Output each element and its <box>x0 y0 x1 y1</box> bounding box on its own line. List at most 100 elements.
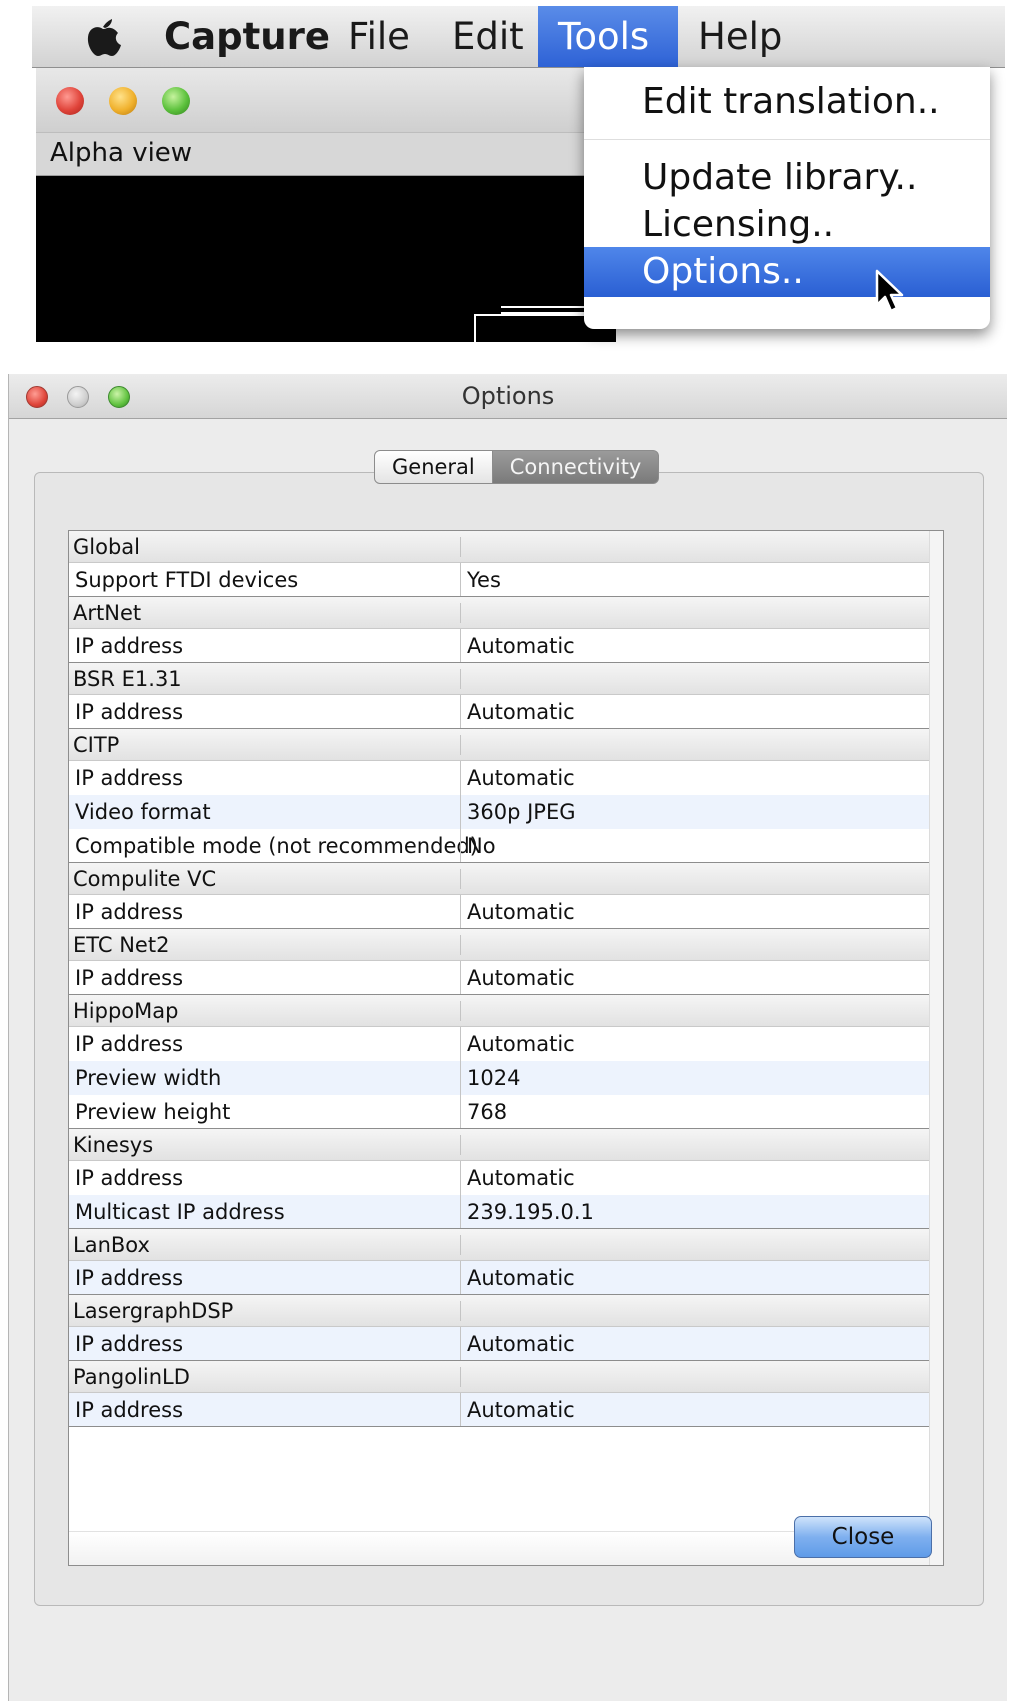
property-row[interactable]: IP address Automatic <box>69 629 929 663</box>
property-name: Video format <box>75 800 211 824</box>
property-name: Preview height <box>75 1099 231 1124</box>
property-row[interactable]: Preview width 1024 <box>69 1061 929 1095</box>
property-value[interactable]: 768 <box>467 1095 507 1128</box>
property-name: Preview width <box>75 1066 222 1090</box>
column-divider <box>460 935 461 955</box>
group-header-row: CITP <box>69 729 929 761</box>
property-value[interactable]: Automatic <box>467 629 575 662</box>
property-value[interactable]: 360p JPEG <box>467 795 576 829</box>
property-value[interactable]: No <box>467 829 496 862</box>
column-divider <box>460 629 461 662</box>
menu-edit[interactable]: Edit <box>432 6 544 67</box>
column-divider <box>460 1367 461 1387</box>
mouse-pointer-icon <box>875 269 904 313</box>
column-divider <box>460 829 461 862</box>
column-divider <box>460 669 461 689</box>
group-name: LanBox <box>73 1232 150 1257</box>
property-row[interactable]: Compatible mode (not recommended) No <box>69 829 929 863</box>
property-name: IP address <box>75 1331 184 1356</box>
column-divider <box>460 895 461 928</box>
zoom-window-icon[interactable] <box>162 87 190 115</box>
property-value[interactable]: Yes <box>467 563 501 596</box>
group-header-row: Compulite VC <box>69 863 929 895</box>
group-name: PangolinLD <box>73 1364 190 1389</box>
property-row[interactable]: IP address Automatic <box>69 1261 929 1295</box>
property-name: IP address <box>75 899 184 924</box>
minimize-window-icon[interactable] <box>109 87 137 115</box>
group-header-row: LasergraphDSP <box>69 1295 929 1327</box>
property-row[interactable]: IP address Automatic <box>69 1327 929 1361</box>
property-row[interactable]: Preview height 768 <box>69 1095 929 1129</box>
group-name: Kinesys <box>73 1132 154 1157</box>
properties-table: Global Support FTDI devices Yes ArtNet IP ad… <box>68 530 944 1566</box>
column-divider <box>460 537 461 557</box>
menu-item-options[interactable]: Options.. <box>584 247 990 297</box>
alpha-view-header: Alpha view <box>36 132 616 176</box>
menu-bar: Capture File Edit Tools Help <box>32 6 1005 68</box>
property-row[interactable]: IP address Automatic <box>69 961 929 995</box>
tab-bar: General Connectivity <box>374 450 660 484</box>
property-value[interactable]: Automatic <box>467 1161 575 1195</box>
property-row[interactable]: IP address Automatic <box>69 1027 929 1061</box>
column-divider <box>460 735 461 755</box>
alpha-view-title: Alpha view <box>50 138 193 168</box>
property-value[interactable]: 239.195.0.1 <box>467 1195 594 1228</box>
property-name: IP address <box>75 633 184 658</box>
menu-screenshot: Alpha view Capture File Edit Tools Help … <box>32 6 1005 406</box>
column-divider <box>460 1327 461 1360</box>
background-window-titlebar <box>36 68 616 132</box>
property-row[interactable]: IP address Automatic <box>69 1393 929 1427</box>
menu-app-name[interactable]: Capture <box>144 6 350 67</box>
options-dialog: Options General Connectivity Global Suppo… <box>8 374 1007 1701</box>
property-value[interactable]: Automatic <box>467 895 575 928</box>
menu-tools[interactable]: Tools <box>538 6 678 67</box>
column-divider <box>460 1301 461 1321</box>
tab-general[interactable]: General <box>374 450 493 484</box>
property-value[interactable]: 1024 <box>467 1061 520 1095</box>
property-value[interactable]: Automatic <box>467 1327 575 1360</box>
property-name: Multicast IP address <box>75 1199 285 1224</box>
menu-item-edit-translation[interactable]: Edit translation.. <box>584 77 990 127</box>
property-row[interactable]: IP address Automatic <box>69 895 929 929</box>
column-divider <box>460 761 461 795</box>
tab-connectivity[interactable]: Connectivity <box>492 450 660 484</box>
close-window-icon[interactable] <box>56 87 84 115</box>
vertical-scrollbar[interactable] <box>929 531 943 1565</box>
property-row[interactable]: IP address Automatic <box>69 695 929 729</box>
property-row[interactable]: IP address Automatic <box>69 1161 929 1195</box>
menu-item-licensing[interactable]: Licensing.. <box>584 200 990 250</box>
property-value[interactable]: Automatic <box>467 695 575 728</box>
column-divider <box>460 1393 461 1426</box>
menu-help[interactable]: Help <box>678 6 802 67</box>
group-name: CITP <box>73 732 120 757</box>
property-name: IP address <box>75 766 184 790</box>
column-divider <box>460 1027 461 1061</box>
column-divider <box>460 603 461 623</box>
property-value[interactable]: Automatic <box>467 1027 575 1061</box>
property-row[interactable]: Video format 360p JPEG <box>69 795 929 829</box>
column-divider <box>460 1161 461 1195</box>
menu-file[interactable]: File <box>328 6 430 67</box>
group-name: Global <box>73 534 140 559</box>
group-name: ETC Net2 <box>73 932 170 957</box>
column-divider <box>460 563 461 596</box>
property-name: IP address <box>75 699 184 724</box>
group-header-row: ETC Net2 <box>69 929 929 961</box>
group-name: HippoMap <box>73 998 179 1023</box>
property-row[interactable]: Multicast IP address 239.195.0.1 <box>69 1195 929 1229</box>
group-name: LasergraphDSP <box>73 1298 234 1323</box>
property-row[interactable]: Support FTDI devices Yes <box>69 563 929 597</box>
property-value[interactable]: Automatic <box>467 1393 575 1426</box>
column-divider <box>460 1195 461 1228</box>
dialog-titlebar: Options <box>9 374 1007 419</box>
menu-item-update-library[interactable]: Update library.. <box>584 153 990 203</box>
property-row[interactable]: IP address Automatic <box>69 761 929 795</box>
property-value[interactable]: Automatic <box>467 961 575 994</box>
property-name: IP address <box>75 1032 184 1056</box>
close-button[interactable]: Close <box>794 1516 932 1558</box>
column-divider <box>460 961 461 994</box>
property-value[interactable]: Automatic <box>467 1261 575 1294</box>
apple-icon[interactable] <box>80 14 126 60</box>
property-name: Support FTDI devices <box>75 567 299 592</box>
property-value[interactable]: Automatic <box>467 761 575 795</box>
